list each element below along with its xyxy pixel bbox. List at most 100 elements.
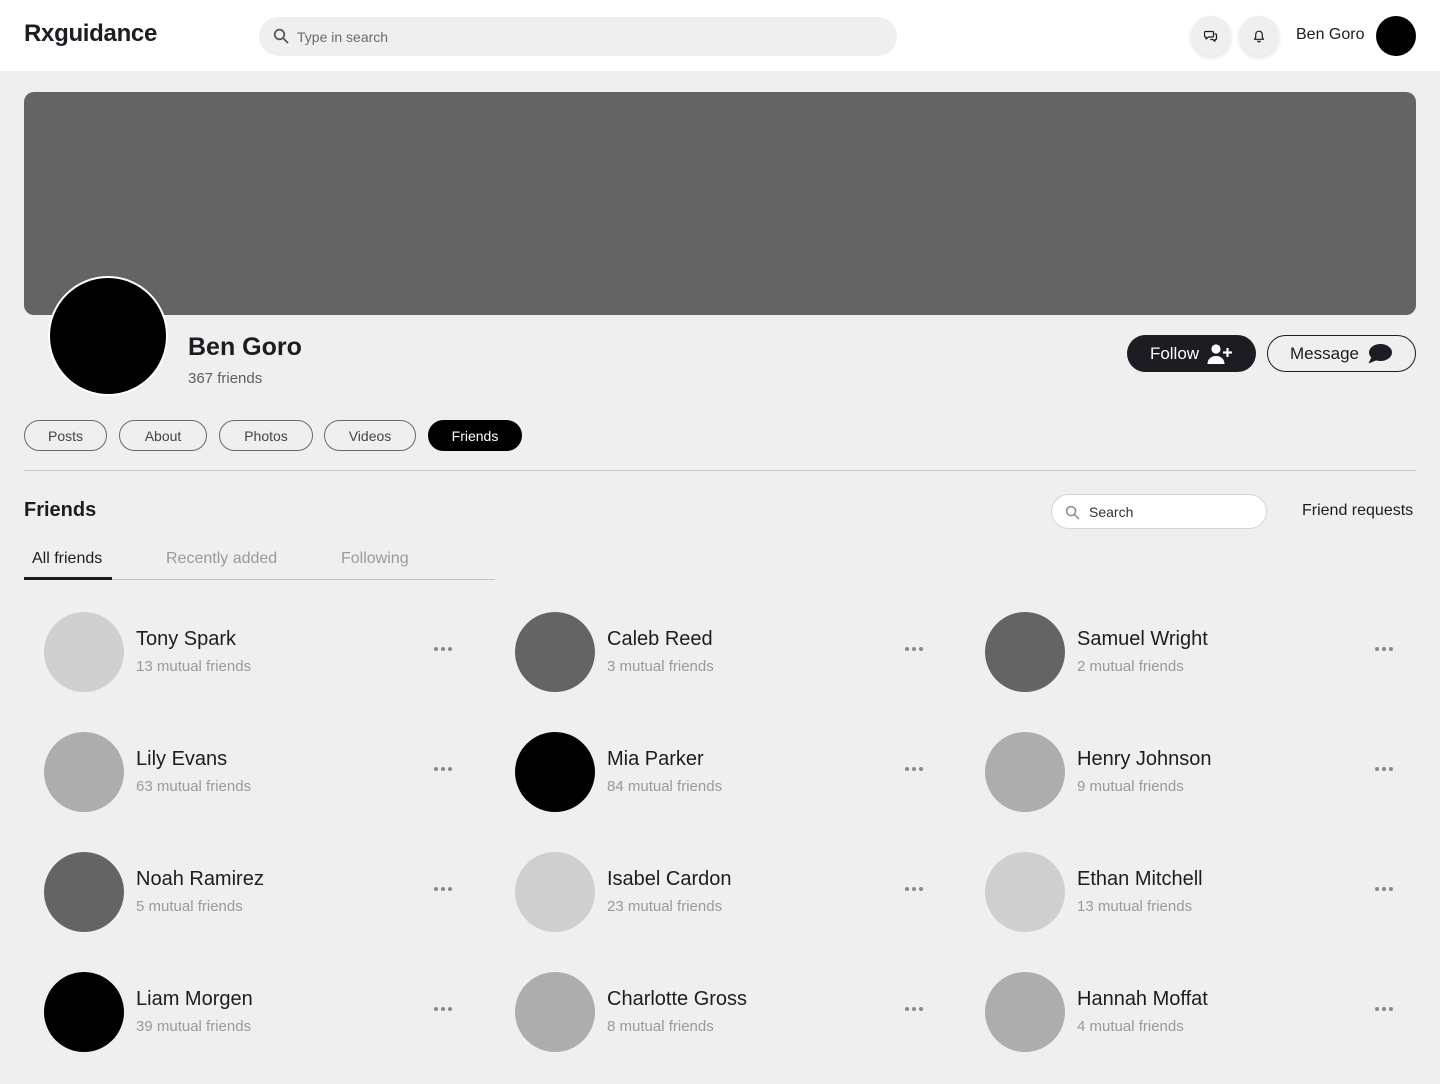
friend-card[interactable]: Henry Johnson 9 mutual friends — [985, 732, 1425, 812]
dot — [434, 887, 438, 891]
current-user-name[interactable]: Ben Goro — [1296, 26, 1364, 44]
friend-avatar[interactable] — [515, 732, 595, 812]
more-options-icon[interactable] — [430, 640, 456, 658]
cover-photo — [24, 92, 1416, 315]
friend-name[interactable]: Isabel Cardon — [607, 868, 732, 891]
more-options-icon[interactable] — [430, 1000, 456, 1018]
dot — [1389, 647, 1393, 651]
profile-name: Ben Goro — [188, 333, 302, 361]
dot — [905, 887, 909, 891]
more-options-icon[interactable] — [901, 880, 927, 898]
tab-videos[interactable]: Videos — [324, 420, 416, 451]
tab-photos[interactable]: Photos — [219, 420, 313, 451]
subtab-recently-added[interactable]: Recently added — [166, 550, 277, 568]
global-search-input[interactable] — [297, 17, 887, 56]
friend-name[interactable]: Charlotte Gross — [607, 988, 747, 1011]
more-options-icon[interactable] — [430, 760, 456, 778]
friend-card[interactable]: Lily Evans 63 mutual friends — [44, 732, 484, 812]
notifications-button[interactable] — [1239, 16, 1279, 56]
friend-mutual-count: 84 mutual friends — [607, 778, 723, 795]
friend-avatar[interactable] — [515, 852, 595, 932]
friend-mutual-count: 63 mutual friends — [136, 778, 252, 795]
friend-avatar[interactable] — [44, 852, 124, 932]
subtab-all-friends[interactable]: All friends — [32, 550, 102, 568]
dot — [1375, 887, 1379, 891]
friend-name[interactable]: Henry Johnson — [1077, 748, 1212, 771]
follow-button-label: Follow — [1149, 343, 1200, 363]
friend-name[interactable]: Noah Ramirez — [136, 868, 264, 891]
brand-logo[interactable]: Rxguidance — [24, 20, 157, 48]
friend-mutual-count: 23 mutual friends — [607, 898, 723, 915]
more-options-icon[interactable] — [1371, 640, 1397, 658]
friend-avatar[interactable] — [985, 732, 1065, 812]
friend-avatar[interactable] — [985, 972, 1065, 1052]
friend-name[interactable]: Caleb Reed — [607, 628, 713, 651]
more-options-icon[interactable] — [901, 1000, 927, 1018]
more-options-icon[interactable] — [901, 760, 927, 778]
messages-button[interactable] — [1191, 16, 1231, 56]
friend-requests-link[interactable]: Friend requests — [1302, 502, 1413, 520]
more-options-icon[interactable] — [1371, 760, 1397, 778]
friend-card[interactable]: Liam Morgen 39 mutual friends — [44, 972, 484, 1052]
search-icon — [273, 28, 289, 44]
friend-card[interactable]: Caleb Reed 3 mutual friends — [515, 612, 955, 692]
dot — [912, 1007, 916, 1011]
dot — [905, 647, 909, 651]
friend-card[interactable]: Charlotte Gross 8 mutual friends — [515, 972, 955, 1052]
dot — [1382, 1007, 1386, 1011]
more-options-icon[interactable] — [901, 640, 927, 658]
global-search[interactable] — [259, 17, 897, 56]
dot — [434, 647, 438, 651]
friend-card[interactable]: Isabel Cardon 23 mutual friends — [515, 852, 955, 932]
dot — [441, 887, 445, 891]
more-options-icon[interactable] — [1371, 880, 1397, 898]
dot — [448, 767, 452, 771]
friend-avatar[interactable] — [515, 972, 595, 1052]
friend-avatar[interactable] — [44, 732, 124, 812]
top-bar: Rxguidance Ben Goro — [0, 0, 1440, 71]
dot — [1375, 1007, 1379, 1011]
tab-posts[interactable]: Posts — [24, 420, 107, 451]
friend-mutual-count: 8 mutual friends — [607, 1018, 714, 1035]
dot — [919, 767, 923, 771]
dot — [448, 1007, 452, 1011]
profile-avatar[interactable] — [48, 276, 168, 396]
friend-mutual-count: 13 mutual friends — [136, 658, 252, 675]
friend-name[interactable]: Liam Morgen — [136, 988, 253, 1011]
friend-card[interactable]: Noah Ramirez 5 mutual friends — [44, 852, 484, 932]
dot — [1382, 767, 1386, 771]
friend-avatar[interactable] — [985, 852, 1065, 932]
friend-name[interactable]: Hannah Moffat — [1077, 988, 1208, 1011]
more-options-icon[interactable] — [430, 880, 456, 898]
message-button[interactable]: Message — [1267, 335, 1416, 372]
friend-card[interactable]: Mia Parker 84 mutual friends — [515, 732, 955, 812]
friend-card[interactable]: Ethan Mitchell 13 mutual friends — [985, 852, 1425, 932]
follow-button[interactable]: Follow — [1127, 335, 1256, 372]
friend-card[interactable]: Hannah Moffat 4 mutual friends — [985, 972, 1425, 1052]
speech-bubble-icon — [1368, 343, 1392, 363]
friend-avatar[interactable] — [985, 612, 1065, 692]
active-subtab-indicator — [24, 577, 112, 580]
dot — [441, 1007, 445, 1011]
message-button-label: Message — [1290, 343, 1359, 363]
friend-avatar[interactable] — [515, 612, 595, 692]
more-options-icon[interactable] — [1371, 1000, 1397, 1018]
friend-card[interactable]: Samuel Wright 2 mutual friends — [985, 612, 1425, 692]
friend-name[interactable]: Tony Spark — [136, 628, 236, 651]
tab-about[interactable]: About — [119, 420, 207, 451]
subtab-following[interactable]: Following — [341, 550, 409, 568]
tab-friends[interactable]: Friends — [428, 420, 522, 451]
friends-search-input[interactable] — [1089, 495, 1259, 528]
friend-avatar[interactable] — [44, 612, 124, 692]
current-user-avatar[interactable] — [1376, 16, 1416, 56]
friends-section-title: Friends — [24, 499, 97, 521]
friend-avatar[interactable] — [44, 972, 124, 1052]
friend-name[interactable]: Mia Parker — [607, 748, 704, 771]
friend-card[interactable]: Tony Spark 13 mutual friends — [44, 612, 484, 692]
friends-search[interactable] — [1051, 494, 1267, 529]
friend-name[interactable]: Ethan Mitchell — [1077, 868, 1203, 891]
friend-name[interactable]: Lily Evans — [136, 748, 227, 771]
friend-name[interactable]: Samuel Wright — [1077, 628, 1208, 651]
dot — [905, 1007, 909, 1011]
dot — [912, 767, 916, 771]
